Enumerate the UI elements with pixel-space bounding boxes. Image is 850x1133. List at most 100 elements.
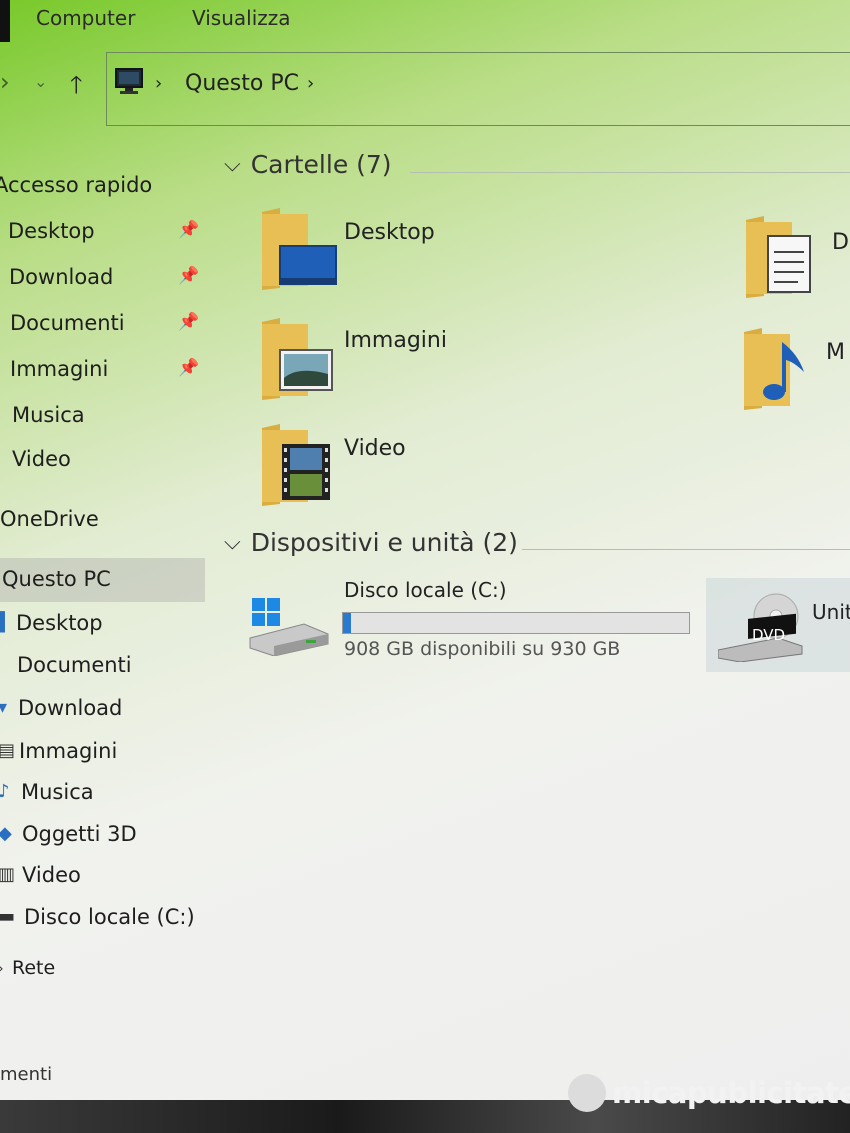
tab-computer[interactable]: Computer (36, 6, 135, 30)
sidebar-item-label: Disco locale (C:) (24, 905, 195, 929)
folder-videos-icon (262, 424, 330, 506)
sidebar-item-oggetti-3d[interactable]: ◆ Oggetti 3D (0, 815, 205, 855)
up-arrow-icon[interactable]: 🡑 (70, 68, 82, 109)
drive-tile-dvd[interactable]: DVD Unit (706, 578, 850, 672)
status-bar-text: menti (0, 1064, 53, 1085)
sidebar-item-label: OneDrive (0, 507, 99, 531)
watermark-text: micapublicitate (612, 1076, 850, 1110)
download-arrow-icon: ▾ (0, 697, 8, 718)
sidebar-item-rete[interactable]: › Rete (0, 950, 205, 990)
section-title: Dispositivi e unità (2) (250, 528, 518, 557)
address-bar-row: › ⌄ 🡑 › Questo PC › (0, 52, 850, 126)
breadcrumb-expand-icon[interactable]: › (307, 73, 314, 94)
sidebar-item-documenti-quick[interactable]: Documenti 📌 (0, 304, 205, 344)
folder-name: D (832, 230, 849, 255)
sidebar-item-label: Immagini (10, 357, 109, 381)
sidebar-item-label: Accesso rapido (0, 173, 153, 197)
sidebar-item-documenti[interactable]: ▏ Documenti (0, 646, 205, 686)
dvd-badge: DVD (752, 626, 785, 644)
breadcrumb-questo-pc[interactable]: Questo PC (185, 71, 299, 96)
sidebar-item-questo-pc[interactable]: Questo PC (0, 558, 205, 602)
dvd-drive-icon: DVD (718, 593, 803, 662)
sidebar-item-label: Download (18, 696, 123, 720)
sidebar-item-immagini[interactable]: ▤ Immagini (0, 732, 205, 772)
chevron-down-icon: ⌵ (224, 530, 241, 555)
pin-icon: 📌 (178, 312, 200, 332)
folder-name: Immagini (344, 328, 447, 353)
drive-name: Disco locale (C:) (344, 578, 507, 602)
folder-tile-immagini[interactable]: Immagini (258, 318, 588, 418)
ribbon: Computer Visualizza (0, 0, 850, 42)
drive-name: Unit (812, 600, 850, 624)
folder-pictures-icon (262, 318, 333, 400)
sidebar-item-label: Questo PC (2, 567, 111, 591)
section-divider (410, 172, 850, 173)
folder-tile-documenti[interactable]: D (742, 216, 850, 316)
drive-space-info: 908 GB disponibili su 930 GB (344, 638, 621, 660)
sidebar-item-quick-access[interactable]: Accesso rapido (0, 166, 205, 206)
sidebar-item-label: Documenti (10, 311, 125, 335)
section-header-devices[interactable]: ⌵ Dispositivi e unità (2) (224, 528, 518, 557)
sidebar-item-onedrive[interactable]: OneDrive (0, 500, 205, 540)
folder-tile-video[interactable]: Video (258, 424, 588, 524)
sidebar-item-musica[interactable]: ♪ Musica (0, 773, 205, 813)
window-edge (0, 0, 10, 42)
folder-name: Desktop (344, 220, 435, 245)
sidebar-item-label: Oggetti 3D (22, 822, 137, 846)
desktop-icon: ▌ (0, 612, 12, 633)
folder-music-icon (744, 328, 804, 410)
sidebar-item-download[interactable]: ▾ Download (0, 689, 205, 729)
sidebar-item-label: Musica (12, 403, 85, 427)
pin-icon: 📌 (178, 266, 200, 286)
sidebar-item-download-quick[interactable]: Download 📌 (0, 258, 205, 298)
section-divider (522, 549, 850, 550)
folder-tile-musica[interactable]: M (740, 328, 850, 428)
pin-icon: 📌 (178, 220, 200, 240)
pictures-icon: ▤ (0, 740, 16, 761)
drive-tile-disco-locale[interactable]: Disco locale (C:) 908 GB disponibili su … (248, 576, 698, 666)
sidebar-item-label: Immagini (19, 739, 118, 763)
sidebar-item-label: Documenti (17, 653, 132, 677)
sidebar-item-video-quick[interactable]: Video (0, 440, 205, 480)
chevron-down-icon: ⌵ (224, 152, 241, 177)
pin-icon: 📌 (178, 358, 200, 378)
sidebar-item-musica-quick[interactable]: Musica (0, 396, 205, 436)
watermark-logo-icon (568, 1074, 606, 1112)
drive-usage-fill (343, 613, 352, 633)
sidebar-item-desktop[interactable]: ▌ Desktop (0, 604, 205, 644)
folder-name: Video (344, 436, 406, 461)
network-chevron-icon: › (0, 961, 4, 977)
sidebar-item-label: Musica (21, 780, 94, 804)
sidebar-item-video[interactable]: ▥ Video (0, 856, 205, 896)
computer-icon (115, 68, 143, 94)
video-icon: ▥ (0, 864, 16, 885)
recent-chevron-down-icon[interactable]: ⌄ (34, 72, 47, 91)
breadcrumb-separator-icon[interactable]: › (155, 73, 162, 94)
sidebar-item-label: Rete (12, 957, 56, 979)
document-icon: ▏ (0, 654, 12, 675)
sidebar-item-label: Video (22, 863, 81, 887)
folder-tile-desktop[interactable]: Desktop (258, 208, 588, 308)
folder-desktop-icon (262, 208, 337, 290)
forward-arrow-icon[interactable]: › (0, 68, 10, 96)
navigation-pane: Accesso rapido Desktop 📌 Download 📌 Docu… (0, 150, 210, 1110)
sidebar-item-label: Desktop (16, 611, 103, 635)
section-title: Cartelle (7) (250, 150, 392, 179)
drive-icon: ▬ (0, 906, 16, 927)
folder-documents-icon (746, 216, 811, 298)
section-header-folders[interactable]: ⌵ Cartelle (7) (224, 150, 392, 179)
sidebar-item-label: Download (9, 265, 114, 289)
drive-usage-bar (342, 612, 690, 634)
sidebar-item-disco-locale[interactable]: ▬ Disco locale (C:) (0, 898, 205, 938)
sidebar-item-desktop-quick[interactable]: Desktop 📌 (0, 212, 205, 252)
sidebar-item-label: Video (12, 447, 71, 471)
address-box[interactable]: › Questo PC › (106, 52, 850, 126)
sidebar-item-label: Desktop (8, 219, 95, 243)
windows-drive-icon (249, 598, 329, 656)
music-icon: ♪ (0, 781, 10, 802)
sidebar-item-immagini-quick[interactable]: Immagini 📌 (0, 350, 205, 390)
tab-visualizza[interactable]: Visualizza (192, 6, 291, 30)
3d-objects-icon: ◆ (0, 823, 12, 844)
folder-name: M (826, 340, 845, 365)
watermark: micapublicitate (568, 1072, 850, 1116)
